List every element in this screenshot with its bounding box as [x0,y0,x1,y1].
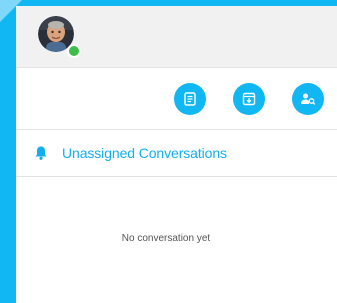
empty-state-message: No conversation yet [121,233,211,244]
conversations-panel: Unassigned Conversations No conversation… [16,6,337,303]
user-search-icon [301,93,316,105]
section-title: Unassigned Conversations [62,145,227,161]
action-toolbar [16,68,337,130]
note-icon [184,92,196,106]
archive-button[interactable] [233,83,265,115]
unassigned-conversations-header[interactable]: Unassigned Conversations [16,130,337,177]
archive-icon [242,92,256,106]
search-user-button[interactable] [292,83,324,115]
app-frame: Unassigned Conversations No conversation… [0,0,337,303]
bell-icon [34,145,48,161]
top-bar [16,6,337,68]
online-status-dot [67,44,81,58]
notes-button[interactable] [174,83,206,115]
